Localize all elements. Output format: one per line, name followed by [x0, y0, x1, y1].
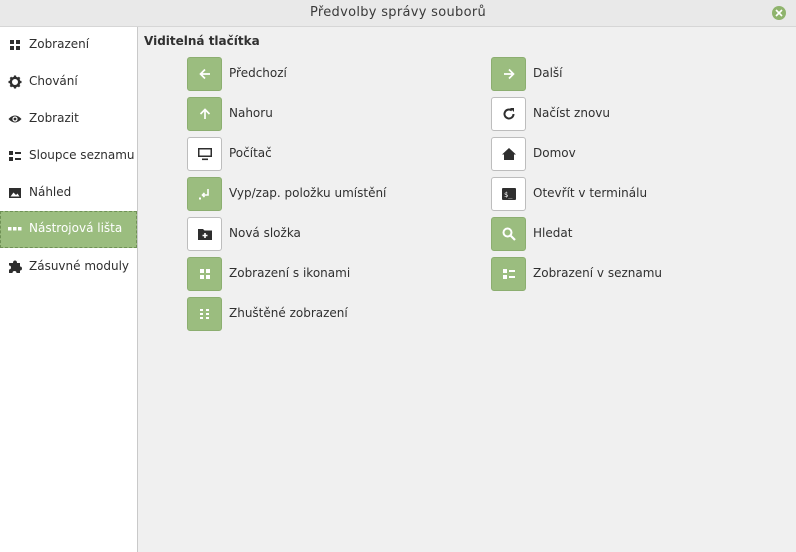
sidebar-item-label: Zásuvné moduly: [29, 259, 130, 273]
sidebar-item-label: Chování: [29, 74, 78, 88]
toggle-location-button[interactable]: [187, 177, 222, 211]
sidebar-item-nastrojova-lista[interactable]: Nástrojová lišta: [0, 211, 137, 248]
puzzle-icon: [9, 260, 22, 273]
preferences-window: Předvolby správy souborů Zobrazení Chová…: [0, 0, 796, 552]
toggle-previous-button[interactable]: [187, 57, 222, 91]
svg-text:$_: $_: [504, 191, 513, 199]
toolbar-option-label: Zobrazení v seznamu: [533, 266, 663, 280]
sidebar-item-label: Nástrojová lišta: [29, 221, 123, 235]
reload-icon: [503, 108, 515, 120]
sidebar-item-label: Sloupce seznamu: [29, 148, 135, 162]
list-columns-icon: [9, 151, 21, 161]
image-icon: [9, 188, 21, 198]
toolbar-option-label: Další: [533, 66, 563, 80]
list-view-icon: [503, 269, 515, 279]
sidebar-item-zasuvne-moduly[interactable]: Zásuvné moduly: [0, 249, 137, 286]
toolbar-option-label: Nahoru: [229, 106, 273, 120]
eye-icon: [8, 115, 22, 123]
computer-icon: [198, 148, 212, 161]
toolbar-option-label: Hledat: [533, 226, 573, 240]
section-title: Viditelná tlačítka: [144, 34, 260, 48]
compact-view-icon: [200, 309, 209, 319]
toolbar-option-label: Nová složka: [229, 226, 301, 240]
toggle-up-button[interactable]: [187, 97, 222, 131]
toolbar-option-label: Počítač: [229, 146, 272, 160]
toolbar-option-label: Načíst znovu: [533, 106, 610, 120]
sidebar-item-sloupce-seznamu[interactable]: Sloupce seznamu: [0, 138, 137, 175]
sidebar-item-zobrazeni[interactable]: Zobrazení: [0, 27, 137, 64]
search-icon: [502, 227, 516, 241]
window-title: Předvolby správy souborů: [309, 5, 487, 20]
sidebar-item-label: Náhled: [29, 185, 72, 199]
icon-view-icon: [200, 269, 210, 279]
title-bar[interactable]: Předvolby správy souborů: [0, 0, 796, 27]
toggle-reload-button[interactable]: [491, 97, 526, 131]
toolbar-option-label: Zhuštěné zobrazení: [229, 306, 348, 320]
toolbar-option-label: Domov: [533, 146, 576, 160]
new-folder-icon: [198, 229, 212, 240]
arrow-up-icon: [199, 108, 211, 119]
toolbar-option-label: Předchozí: [229, 66, 287, 80]
location-toggle-icon: [199, 189, 209, 200]
sidebar-item-zobrazit[interactable]: Zobrazit: [0, 101, 137, 138]
toggle-list-view-button[interactable]: [491, 257, 526, 291]
sidebar-item-nahled[interactable]: Náhled: [0, 175, 137, 212]
sidebar: Zobrazení Chování Zobrazit Sloupce sezna…: [0, 27, 138, 552]
grid-icon: [10, 40, 20, 50]
toggle-icon-view-button[interactable]: [187, 257, 222, 291]
toolbar-dots-icon: [8, 227, 22, 231]
toolbar-option-label: Otevřít v terminálu: [533, 186, 648, 200]
toggle-compact-view-button[interactable]: [187, 297, 222, 331]
toggle-search-button[interactable]: [491, 217, 526, 251]
close-button[interactable]: [772, 6, 786, 20]
gear-icon: [8, 75, 22, 89]
toggle-next-button[interactable]: [491, 57, 526, 91]
toggle-computer-button[interactable]: [187, 137, 222, 171]
toolbar-option-label: Vyp/zap. položku umístění: [229, 186, 387, 200]
arrow-left-icon: [199, 68, 210, 80]
toggle-terminal-button[interactable]: $_: [491, 177, 526, 211]
toggle-home-button[interactable]: [491, 137, 526, 171]
toggle-new-folder-button[interactable]: [187, 217, 222, 251]
home-icon: [502, 148, 516, 160]
terminal-icon: $_: [502, 188, 516, 200]
sidebar-item-chovani[interactable]: Chování: [0, 64, 137, 101]
sidebar-item-label: Zobrazit: [29, 111, 79, 125]
toolbar-option-label: Zobrazení s ikonami: [229, 266, 351, 280]
arrow-right-icon: [504, 68, 515, 80]
sidebar-item-label: Zobrazení: [29, 37, 90, 51]
close-icon: [775, 9, 783, 17]
